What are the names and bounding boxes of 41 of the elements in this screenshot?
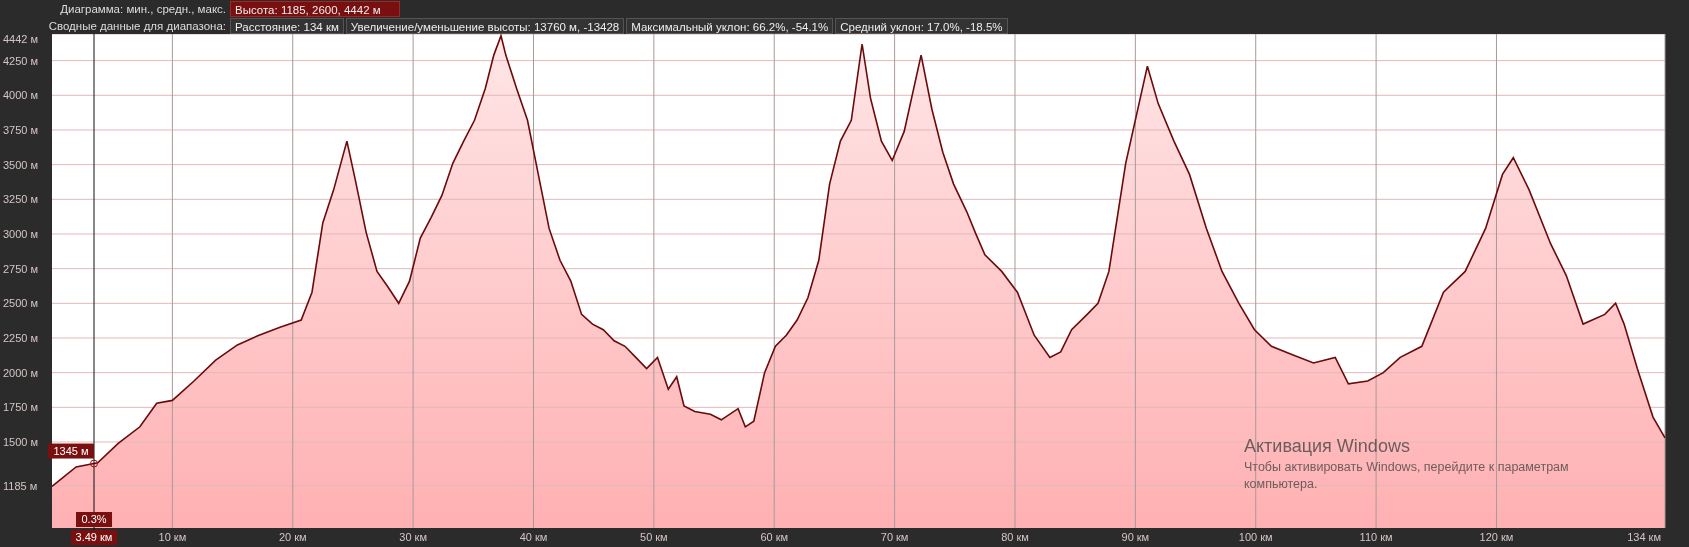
x-axis-label: 40 км	[519, 531, 548, 543]
y-axis-label: 4000 м	[3, 89, 39, 102]
activation-notice-text: Чтобы активировать Windows, перейдите к параметрам компьютера.	[1244, 459, 1570, 493]
slope-readout: 0.3%	[76, 512, 112, 527]
x-axis-label: 50 км	[640, 531, 668, 543]
cursor-marker	[90, 459, 98, 468]
range-stat: Расстояние: 134 км	[230, 17, 344, 34]
x-axis-label: 134 км	[1627, 531, 1661, 543]
y-axis-label: 2750 м	[3, 262, 39, 275]
activation-notice-title: Активация Windows	[1244, 436, 1411, 457]
range-stat: Средний уклон: 17.0%, -18.5%	[835, 17, 1008, 34]
y-axis-label: 2000 м	[3, 366, 39, 379]
x-axis-label: 30 км	[399, 531, 427, 543]
y-axis-label: 4250 м	[3, 54, 39, 67]
y-axis-label: 1500 м	[3, 436, 39, 448]
x-axis-label: 80 км	[1001, 531, 1029, 543]
y-axis-label: 1185 м	[3, 479, 38, 492]
x-axis-label: 110 км	[1359, 531, 1393, 543]
chart-label: Диаграмма: мин., средн., макс.	[59, 2, 227, 15]
distance-readout: 3.49 км	[71, 530, 117, 545]
y-axis-label: 3500 м	[3, 158, 39, 171]
cursor-line[interactable]	[93, 34, 95, 531]
elevation-summary: Высота: 1185, 2600, 4442 м	[230, 0, 400, 17]
y-axis-label: 4442 м	[3, 34, 39, 45]
range-stat: Максимальный уклон: 66.2%, -54.1%	[626, 17, 834, 34]
y-axis-label: 1750 м	[3, 401, 39, 414]
x-axis-label: 10 км	[158, 531, 187, 543]
x-axis-label: 20 км	[278, 531, 307, 543]
x-axis-label: 90 км	[1121, 531, 1150, 543]
y-axis-label: 3000 м	[3, 228, 39, 240]
y-axis-label: 2250 м	[3, 332, 39, 344]
range-label: Сводные данные для диапазона:	[47, 19, 227, 32]
x-axis-label: 100 км	[1238, 531, 1273, 543]
x-axis-label: 120 км	[1479, 531, 1514, 543]
range-stat: Увеличение/уменьшение высоты: 13760 м, -13428	[345, 17, 625, 34]
y-axis-label: 3250 м	[3, 193, 39, 206]
x-axis-label: 70 км	[880, 531, 909, 543]
y-axis-label: 3750 м	[3, 123, 39, 136]
ref-line-label: 3.49 км	[75, 531, 113, 543]
y-axis-label: 2500 м	[3, 297, 39, 310]
x-axis-label: 60 км	[760, 531, 789, 543]
